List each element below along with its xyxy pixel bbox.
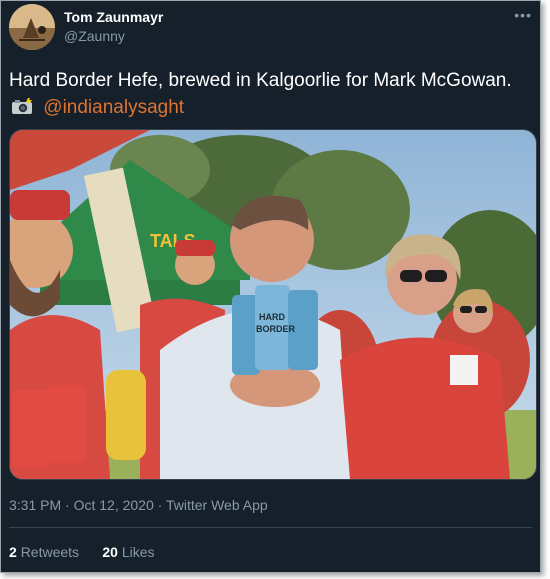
divider (9, 527, 532, 528)
retweets-label: Retweets (20, 544, 80, 560)
svg-text:HARD: HARD (259, 312, 285, 322)
author-name[interactable]: Tom Zaunmayr (64, 9, 163, 25)
tweet-text: Hard Border Hefe, brewed in Kalgoorlie f… (9, 67, 529, 121)
meta-separator: · (157, 497, 163, 513)
more-options-icon[interactable]: ••• (514, 7, 532, 23)
author-handle[interactable]: @Zaunny (64, 28, 125, 44)
retweets-count: 2 (9, 544, 17, 560)
tweet-stats: 2 Retweets 20 Likes (9, 544, 155, 560)
retweets-stat[interactable]: 2 Retweets (9, 544, 79, 560)
tweet-body: Hard Border Hefe, brewed in Kalgoorlie f… (9, 70, 512, 91)
likes-stat[interactable]: 20 Likes (102, 544, 154, 560)
likes-count: 20 (102, 544, 118, 560)
tweet-meta: 3:31 PM · Oct 12, 2020 · Twitter Web App (9, 497, 268, 513)
avatar[interactable] (9, 4, 55, 50)
tweet-photo[interactable]: TALS HARD BORDER (9, 129, 537, 480)
tweet-time[interactable]: 3:31 PM (9, 497, 61, 513)
camera-with-flash-icon (11, 96, 33, 114)
meta-separator: · (65, 497, 70, 513)
tweet-card: Tom Zaunmayr @Zaunny ••• Hard Border Hef… (0, 0, 541, 573)
svg-text:BORDER: BORDER (256, 324, 296, 334)
mention-link[interactable]: @indianalysaght (43, 97, 184, 118)
tweet-date[interactable]: Oct 12, 2020 (74, 497, 154, 513)
likes-label: Likes (121, 544, 155, 560)
tweet-source[interactable]: Twitter Web App (166, 497, 268, 513)
